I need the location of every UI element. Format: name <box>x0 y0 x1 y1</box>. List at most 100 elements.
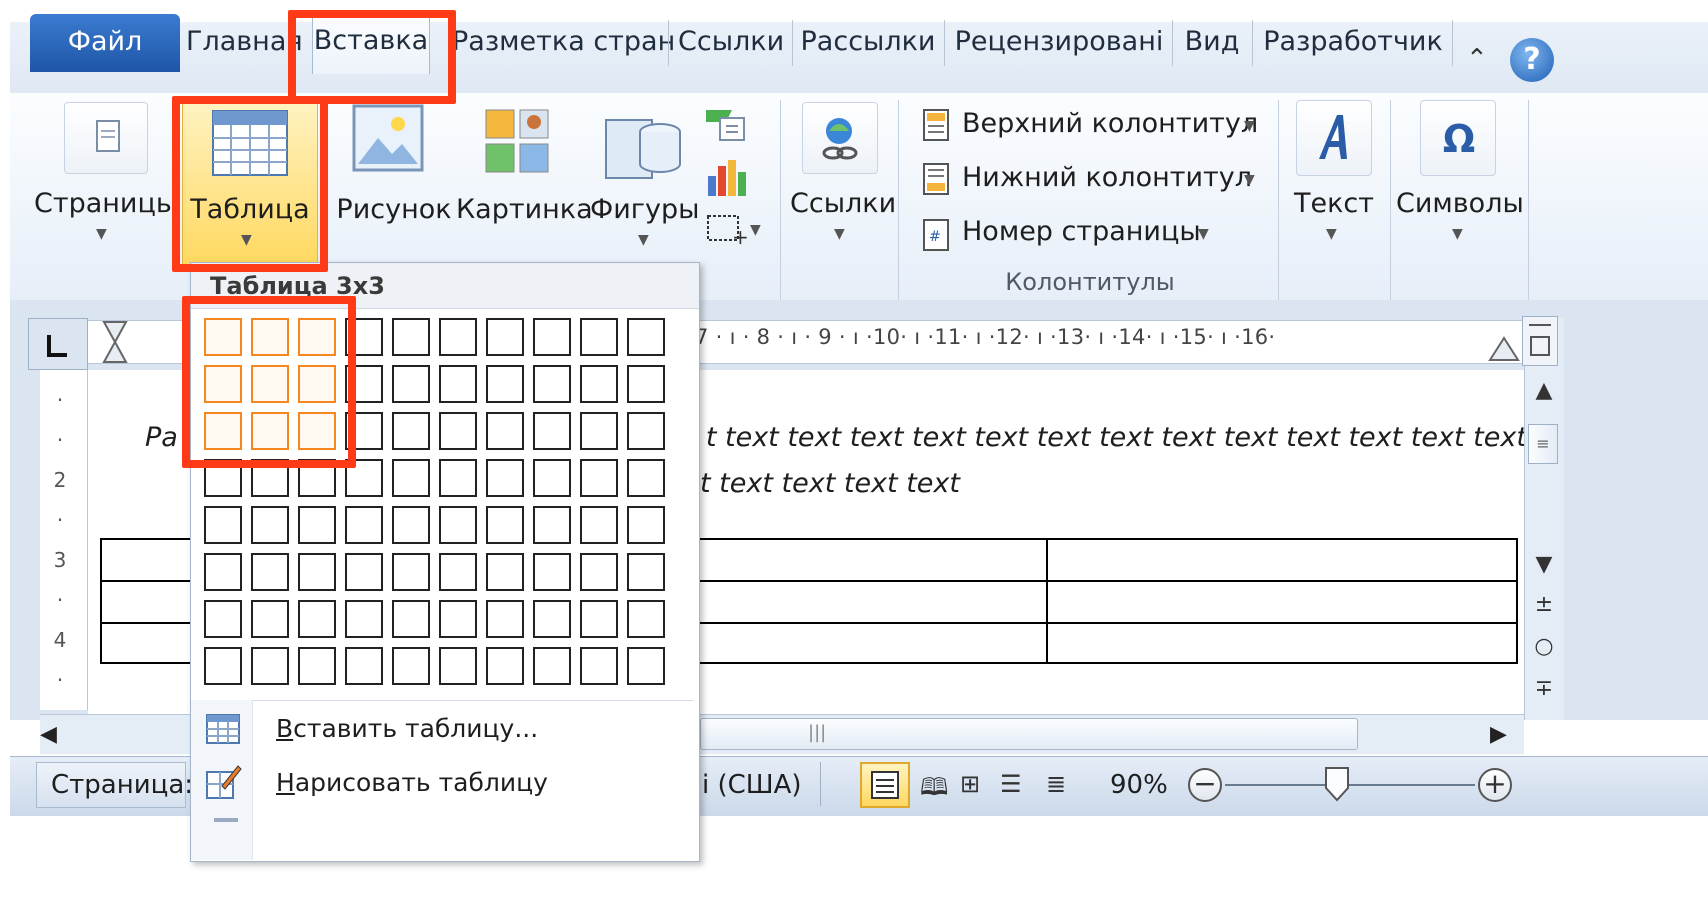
grid-cell[interactable] <box>251 647 289 685</box>
grid-cell[interactable] <box>486 506 524 544</box>
grid-cell[interactable] <box>392 318 430 356</box>
grid-cell[interactable] <box>392 459 430 497</box>
grid-cell[interactable] <box>627 600 665 638</box>
grid-cell[interactable] <box>627 459 665 497</box>
grid-cell[interactable] <box>392 647 430 685</box>
right-indent-marker-icon[interactable] <box>1486 324 1522 366</box>
grid-cell[interactable] <box>533 647 571 685</box>
grid-cell[interactable] <box>486 647 524 685</box>
footer-button[interactable]: Нижний колонтитул <box>962 162 1252 193</box>
document-text-line-2[interactable]: t text text text text <box>700 468 960 499</box>
grid-cell[interactable] <box>439 459 477 497</box>
clipart-label[interactable]: Картинка <box>456 194 593 225</box>
grid-cell[interactable] <box>533 553 571 591</box>
scroll-right-icon[interactable]: ▶ <box>1490 722 1507 747</box>
grid-cell[interactable] <box>627 506 665 544</box>
grid-cell[interactable] <box>533 365 571 403</box>
grid-cell[interactable] <box>580 647 618 685</box>
previous-page-icon[interactable]: ± <box>1524 592 1564 617</box>
status-page-indicator[interactable]: Страница: <box>36 762 193 808</box>
grid-cell[interactable] <box>627 365 665 403</box>
grid-cell[interactable] <box>486 600 524 638</box>
full-screen-reading-icon[interactable]: 🕮 <box>920 770 948 811</box>
grid-cell[interactable] <box>533 412 571 450</box>
tab-mailings[interactable]: Рассылки <box>800 14 936 72</box>
grid-cell[interactable] <box>627 412 665 450</box>
scroll-left-icon[interactable]: ◀ <box>40 722 57 747</box>
select-browse-object-icon[interactable]: ○ <box>1524 634 1564 659</box>
grid-cell[interactable] <box>204 600 242 638</box>
grid-cell[interactable] <box>533 459 571 497</box>
grid-cell[interactable] <box>627 318 665 356</box>
status-language[interactable]: i (США) <box>702 770 802 800</box>
grid-cell[interactable] <box>298 600 336 638</box>
grid-cell[interactable] <box>392 506 430 544</box>
page-number-button[interactable]: Номер страницы <box>962 216 1201 247</box>
grid-cell[interactable] <box>439 365 477 403</box>
grid-cell[interactable] <box>298 647 336 685</box>
links-dropdown-caret[interactable]: ▼ <box>834 226 845 242</box>
grid-cell[interactable] <box>392 553 430 591</box>
grid-cell[interactable] <box>533 600 571 638</box>
tab-file[interactable]: Файл <box>30 14 180 72</box>
grid-cell[interactable] <box>627 553 665 591</box>
scroll-up-icon[interactable]: ▲ <box>1524 378 1564 403</box>
vertical-scroll-thumb[interactable]: ≡ <box>1528 424 1558 464</box>
view-ruler-button[interactable] <box>1522 316 1558 366</box>
pages-button-frame[interactable] <box>64 102 148 174</box>
text-dropdown-caret[interactable]: ▼ <box>1326 226 1337 242</box>
grid-cell[interactable] <box>204 506 242 544</box>
draw-table-menu-item[interactable]: Нарисовать таблицу <box>276 768 548 797</box>
grid-cell[interactable] <box>204 553 242 591</box>
grid-cell[interactable] <box>580 412 618 450</box>
grid-cell[interactable] <box>345 506 383 544</box>
tab-developer[interactable]: Разработчик <box>1260 14 1446 72</box>
tab-review[interactable]: Рецензировані <box>952 14 1166 72</box>
tab-references[interactable]: Ссылки <box>678 14 784 72</box>
next-page-icon[interactable]: ∓ <box>1524 676 1564 701</box>
grid-cell[interactable] <box>439 647 477 685</box>
grid-cell[interactable] <box>439 600 477 638</box>
outline-view-icon[interactable]: ☰ <box>1000 770 1022 798</box>
horizontal-scroll-thumb[interactable] <box>700 718 1358 750</box>
grid-cell[interactable] <box>439 506 477 544</box>
grid-cell[interactable] <box>439 318 477 356</box>
links-button-frame[interactable] <box>802 102 878 174</box>
grid-cell[interactable] <box>486 412 524 450</box>
grid-cell[interactable] <box>298 553 336 591</box>
grid-cell[interactable] <box>392 600 430 638</box>
help-icon[interactable]: ? <box>1510 38 1554 82</box>
symbols-button-frame[interactable]: Ω <box>1420 100 1496 176</box>
text-button-frame[interactable] <box>1296 100 1372 176</box>
web-layout-icon[interactable]: ⊞ <box>960 770 980 798</box>
grid-cell[interactable] <box>580 553 618 591</box>
tab-view[interactable]: Вид <box>1180 14 1244 72</box>
header-dropdown-caret[interactable]: ▼ <box>1244 118 1255 134</box>
grid-cell[interactable] <box>392 365 430 403</box>
minimize-ribbon-icon[interactable]: ⌃ <box>1466 44 1488 74</box>
tab-selector[interactable] <box>28 318 88 370</box>
screenshot-dropdown-caret[interactable]: ▼ <box>750 222 761 238</box>
grid-cell[interactable] <box>298 506 336 544</box>
pages-dropdown-caret[interactable]: ▼ <box>96 226 107 242</box>
grid-cell[interactable] <box>392 412 430 450</box>
grid-cell[interactable] <box>627 647 665 685</box>
grid-cell[interactable] <box>345 553 383 591</box>
shapes-label[interactable]: Фигуры <box>590 194 699 225</box>
links-label[interactable]: Ссылки <box>790 188 896 219</box>
grid-cell[interactable] <box>439 553 477 591</box>
grid-cell[interactable] <box>580 459 618 497</box>
grid-cell[interactable] <box>486 459 524 497</box>
page-number-dropdown-caret[interactable]: ▼ <box>1198 226 1209 242</box>
grid-cell[interactable] <box>251 600 289 638</box>
grid-cell[interactable] <box>251 506 289 544</box>
grid-cell[interactable] <box>439 412 477 450</box>
picture-label[interactable]: Рисунок <box>336 194 452 225</box>
draft-view-icon[interactable]: ≣ <box>1046 770 1066 798</box>
text-label[interactable]: Текст <box>1290 188 1378 219</box>
grid-cell[interactable] <box>580 365 618 403</box>
grid-cell[interactable] <box>486 553 524 591</box>
zoom-out-icon[interactable]: − <box>1188 768 1222 802</box>
scroll-down-icon[interactable]: ▼ <box>1524 552 1564 577</box>
grid-cell[interactable] <box>580 600 618 638</box>
